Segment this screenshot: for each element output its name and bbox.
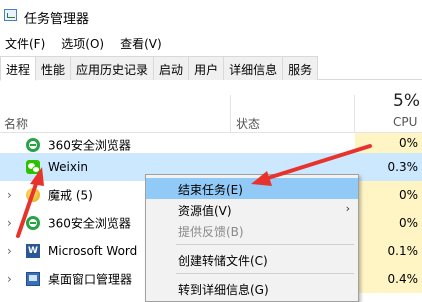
word-icon: W (26, 244, 40, 258)
menu-separator (176, 244, 354, 245)
cpu-value: 0% (398, 136, 418, 150)
game-icon (26, 188, 40, 202)
wechat-icon (26, 160, 40, 174)
process-name: 360安全浏览器 (48, 216, 131, 231)
cpu-value: 0% (398, 216, 418, 230)
column-header: 名称 状态 5% CPU (0, 81, 422, 133)
expand-chevron-icon[interactable]: › (7, 188, 12, 202)
task-manager-icon (4, 9, 17, 21)
context-menu: 结束任务(E) 资源值(V) › 提供反馈(B) 创建转储文件(C) 转到详细信… (145, 174, 359, 302)
process-name: Microsoft Word (48, 244, 138, 258)
process-name: Weixin (48, 160, 88, 174)
cpu-value: 0% (398, 188, 418, 202)
tab-processes[interactable]: 进程 (0, 56, 37, 81)
cpu-total-percent: 5% (393, 91, 420, 111)
submenu-arrow-icon: › (345, 202, 350, 215)
column-status[interactable]: 状态 (236, 115, 260, 132)
tab-startup[interactable]: 启动 (153, 56, 190, 80)
cpu-value: 0.3% (387, 160, 419, 174)
title-bar: 任务管理器 (0, 0, 422, 32)
column-divider[interactable] (354, 95, 355, 133)
tab-details[interactable]: 详细信息 (223, 56, 284, 80)
cpu-cell: 0% (355, 133, 422, 153)
column-divider[interactable] (230, 95, 231, 133)
desktop-window-icon (26, 272, 40, 286)
menu-end-task[interactable]: 结束任务(E) (146, 178, 358, 199)
process-name: 360安全浏览器 (48, 138, 131, 153)
tab-services[interactable]: 服务 (282, 56, 319, 80)
cpu-cell: 0.1% (355, 237, 422, 265)
column-cpu[interactable]: CPU (393, 115, 417, 129)
menu-give-feedback: 提供反馈(B) (146, 220, 358, 241)
cpu-cell: 0% (355, 209, 422, 237)
cpu-value: 0.1% (387, 244, 419, 258)
menu-separator (176, 273, 354, 274)
menu-options[interactable]: 选项(O) (56, 33, 109, 53)
process-name: 魔戒 (5) (48, 188, 93, 203)
menu-label: 资源值(V) (178, 204, 232, 218)
tab-strip: 进程 性能 应用历史记录 启动 用户 详细信息 服务 (0, 56, 422, 81)
menu-bar: 文件(F) 选项(O) 查看(V) (0, 33, 173, 53)
tab-users[interactable]: 用户 (188, 56, 225, 80)
menu-resource-values[interactable]: 资源值(V) › (146, 199, 358, 220)
process-name: 桌面窗口管理器 (48, 272, 133, 287)
ie-browser-icon (26, 216, 40, 230)
column-name[interactable]: 名称 (4, 115, 28, 132)
cpu-value: 0.4% (387, 272, 419, 286)
menu-file[interactable]: 文件(F) (0, 33, 50, 53)
tab-app-history[interactable]: 应用历史记录 (70, 56, 155, 80)
menu-go-to-details[interactable]: 转到详细信息(G) (146, 278, 358, 299)
tab-performance[interactable]: 性能 (35, 56, 72, 80)
expand-chevron-icon[interactable]: › (7, 216, 12, 230)
menu-label: 提供反馈(B) (178, 225, 244, 239)
cpu-cell: 0% (355, 181, 422, 209)
cpu-cell: 0.4% (355, 265, 422, 293)
process-row[interactable]: 360安全浏览器 0% (0, 133, 422, 153)
ie-browser-icon (26, 138, 40, 152)
expand-chevron-icon[interactable]: › (7, 244, 12, 258)
window-title: 任务管理器 (24, 12, 90, 27)
menu-create-dump[interactable]: 创建转储文件(C) (146, 249, 358, 270)
cpu-cell: 0.3% (355, 153, 422, 181)
menu-label: 转到详细信息(G) (178, 283, 269, 297)
menu-label: 创建转储文件(C) (178, 254, 268, 268)
menu-label: 结束任务(E) (178, 183, 243, 197)
menu-view[interactable]: 查看(V) (115, 33, 167, 53)
expand-chevron-icon[interactable]: › (7, 272, 12, 286)
